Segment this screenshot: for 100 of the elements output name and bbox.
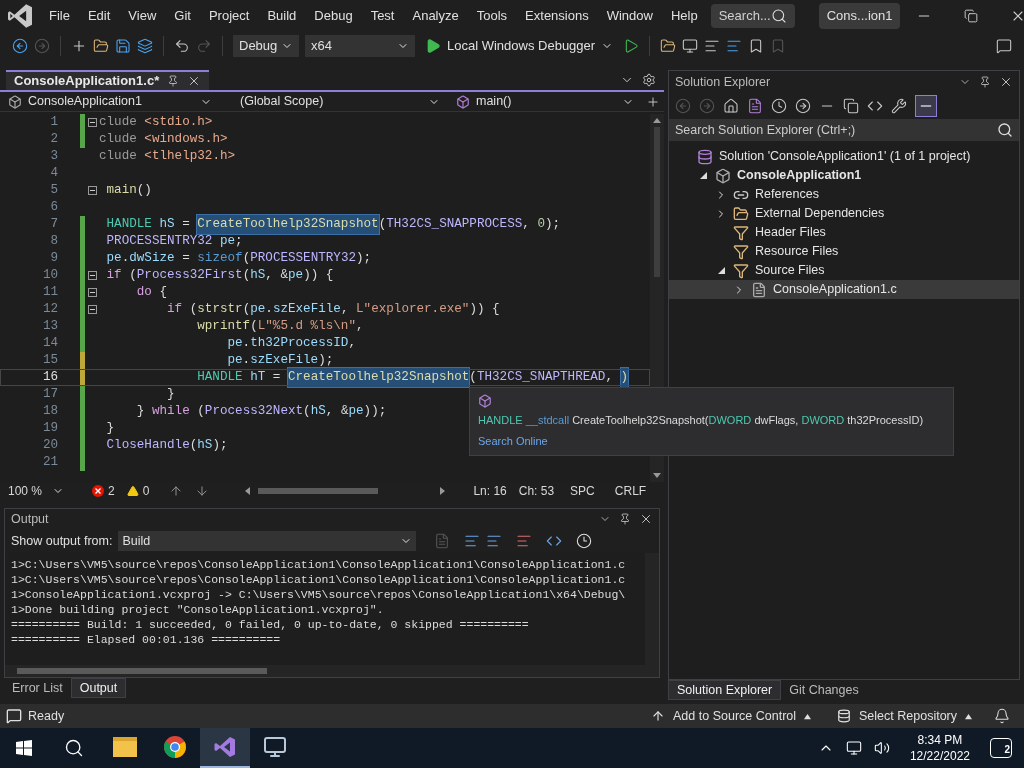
menu-item[interactable]: Edit [78,2,120,30]
code-token: )) { [469,301,500,319]
menu-item[interactable]: Window [597,2,662,30]
search-field[interactable]: Search Solution Explorer (Ctrl+;) [669,119,1019,141]
settings-icon[interactable] [642,73,656,87]
platform-dropdown[interactable]: x64 [305,35,415,57]
search-field[interactable]: Search... [710,4,795,28]
panel-tab[interactable]: Error List [4,678,71,698]
fold-toggle-icon[interactable] [87,305,97,314]
undo-icon[interactable] [174,38,190,54]
source-control-button[interactable]: Add to Source Control [651,706,812,726]
menu-item[interactable]: Test [361,2,404,30]
window-icon[interactable] [682,38,699,54]
tree-item[interactable]: ConsoleApplication1 [669,166,1019,185]
repository-button[interactable]: Select Repository [837,706,972,726]
scope-dropdown[interactable]: (Global Scope) [228,92,448,111]
menu-item[interactable]: Debug [305,2,362,30]
home-icon[interactable] [723,98,739,114]
monitor-icon[interactable] [263,735,287,759]
align-icon[interactable] [704,38,721,54]
folder-icon [733,205,749,222]
notifications-icon[interactable] [994,708,1010,724]
search-icon[interactable] [64,738,84,758]
preview-toggle-icon[interactable] [915,95,937,117]
app-logo-icon[interactable] [213,735,237,759]
tree-item[interactable]: Solution 'ConsoleApplication1' (1 of 1 project) [669,147,1019,166]
start-icon[interactable] [16,740,32,756]
error-count[interactable]: 2 [92,482,115,500]
fold-toggle-icon[interactable] [87,118,97,127]
tree-item[interactable]: Source Files [669,261,1019,280]
line-indicator: Ln: 16 [473,483,507,500]
line-number: 2 [49,131,59,149]
start-debugging-button[interactable]: Local Windows Debugger [421,36,618,56]
code-icon[interactable] [867,98,883,114]
close-icon[interactable] [639,512,653,526]
file-tab[interactable]: ConsoleApplication1.c* [6,70,210,90]
code-token: )) { [303,267,334,285]
search-icon[interactable] [770,8,787,24]
tree-item[interactable]: External Dependencies [669,204,1019,223]
menu-item[interactable]: Analyze [403,2,468,30]
menu-item[interactable]: Help [661,2,707,30]
code-token: ( [242,301,251,319]
panel-tab[interactable]: Output [70,678,127,698]
configuration-dropdown[interactable]: Debug [233,35,299,57]
feedback-icon[interactable] [996,38,1012,54]
tree-item[interactable]: References [669,185,1019,204]
menu-item[interactable]: Project [199,2,259,30]
line-number: 21 [41,454,59,472]
horizontal-scrollbar[interactable] [245,487,446,495]
previous-icon[interactable] [169,484,184,498]
pin-icon[interactable] [619,513,631,525]
folder-icon[interactable] [660,38,677,54]
horizontal-scrollbar[interactable] [5,665,659,677]
timestamp-icon[interactable] [576,533,593,549]
code-token: th32ProcessID [250,335,349,353]
warning-icon [126,485,139,497]
tree-item[interactable]: Resource Files [669,242,1019,261]
vertical-scrollbar[interactable] [645,553,659,665]
spacing-indicator: SPC [570,483,595,500]
notification-badge[interactable]: 2 [990,738,1012,758]
volume-icon[interactable] [873,740,890,756]
menu-item[interactable]: View [119,2,166,30]
pin-icon[interactable] [979,76,991,88]
close-icon[interactable] [999,75,1013,89]
code-token: clude [99,148,138,166]
panel-tab[interactable]: Solution Explorer [668,680,782,700]
warning-count[interactable]: 0 [126,482,150,500]
code-token: CloseHandle [105,437,190,455]
code-token: L"explorer.exe" [356,301,470,319]
line-number: 10 [41,267,59,285]
project-dropdown[interactable]: ConsoleApplication1 [0,92,220,111]
pin-icon[interactable] [167,75,180,87]
back-icon[interactable] [12,38,28,54]
panel-tab[interactable]: Git Changes [781,680,867,700]
menu-item[interactable]: Tools [467,2,517,30]
menu-item[interactable]: Build [258,2,306,30]
menu-item[interactable]: File [40,2,79,30]
fold-toggle-icon[interactable] [87,186,97,195]
output-source-dropdown[interactable]: Build [118,531,417,551]
code-token: sizeof [197,250,243,268]
network-icon[interactable] [845,740,862,756]
search-online-link[interactable]: Search Online [478,432,548,449]
browser-icon[interactable] [163,735,187,759]
save-icon[interactable] [115,38,131,54]
properties-icon[interactable] [891,98,907,114]
fold-toggle-icon[interactable] [87,271,97,280]
line-number: 15 [41,352,59,370]
code-token: , [605,369,614,387]
open-folder-icon[interactable] [93,38,109,54]
fold-toggle-icon[interactable] [87,288,97,297]
menu-item[interactable]: Git [165,2,200,30]
line-number: 3 [49,148,59,166]
new-item-icon[interactable] [71,38,87,54]
member-dropdown[interactable]: main() [448,92,642,111]
tree-item[interactable]: Header Files [669,223,1019,242]
zoom-dropdown[interactable]: 100 % [8,482,64,500]
restore-icon[interactable] [964,9,979,23]
run-without-debugging-icon[interactable] [623,38,640,54]
tree-item[interactable]: ConsoleApplication1.c [669,280,1019,299]
menu-item[interactable]: Extensions [516,2,598,30]
